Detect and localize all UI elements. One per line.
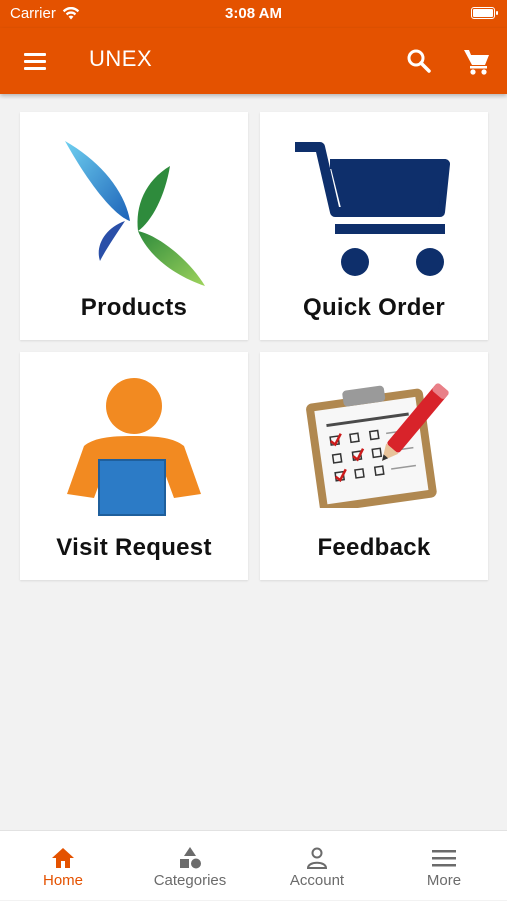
status-bar: Carrier 3:08 AM <box>0 0 507 28</box>
tab-home[interactable]: Home <box>0 831 126 901</box>
cart-button[interactable] <box>461 46 493 76</box>
shopping-cart-icon <box>295 142 450 276</box>
person-laptop-icon <box>67 378 201 516</box>
app-title: UNEX <box>89 46 153 71</box>
tab-label: Home <box>42 872 83 889</box>
tab-more[interactable]: More <box>381 831 507 901</box>
survey-clipboard-icon <box>306 383 449 508</box>
battery-icon <box>471 7 498 19</box>
tile-quick-order[interactable]: Quick Order <box>260 112 488 340</box>
tab-account[interactable]: Account <box>254 831 380 901</box>
tile-label: Feedback <box>317 534 431 561</box>
home-icon <box>52 848 74 868</box>
menu-icon[interactable] <box>22 50 48 72</box>
menu-icon <box>432 850 456 867</box>
tile-label: Products <box>80 294 188 321</box>
search-button[interactable] <box>404 46 434 76</box>
search-icon <box>407 49 431 73</box>
tile-feedback[interactable]: Feedback <box>260 352 488 580</box>
butterfly-logo-icon <box>65 141 205 286</box>
tile-label: Quick Order <box>302 294 445 321</box>
cart-icon <box>464 50 489 75</box>
status-time: 3:08 AM <box>225 5 282 22</box>
shapes-icon <box>180 847 201 869</box>
tab-label: Categories <box>153 872 227 889</box>
tab-label: More <box>426 872 462 889</box>
tile-products[interactable]: Products <box>20 112 248 340</box>
tab-bar: Home Categories Account More <box>0 830 507 900</box>
tile-label: Visit Request <box>56 534 212 561</box>
tab-categories[interactable]: Categories <box>127 831 253 901</box>
app-bar: UNEX <box>0 28 507 94</box>
tab-label: Account <box>289 872 345 889</box>
tile-visit-request[interactable]: Visit Request <box>20 352 248 580</box>
person-icon <box>306 847 328 869</box>
